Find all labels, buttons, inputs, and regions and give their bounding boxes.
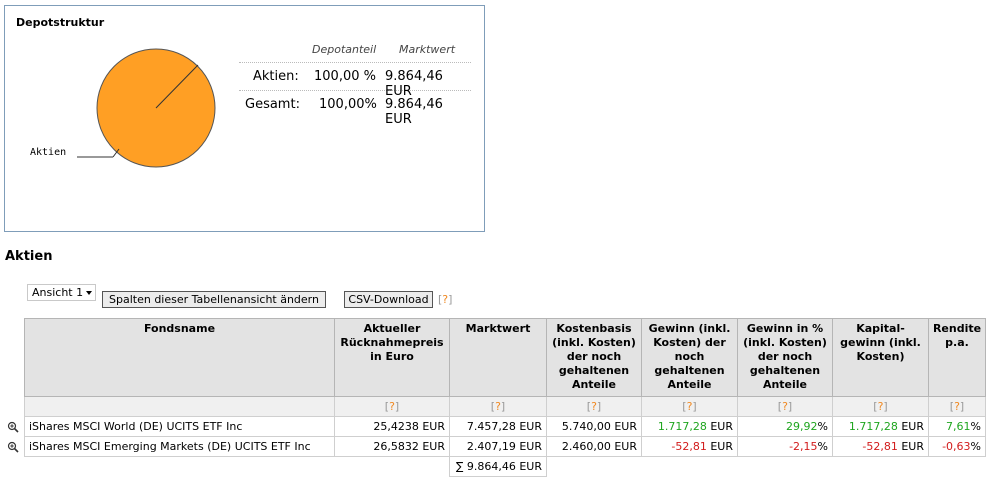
fund-table: Fondsname Aktueller Rücknahmepreis in Eu…: [24, 318, 986, 477]
help-link[interactable]: [?]: [334, 396, 450, 417]
capgain-value: 1.717,28: [848, 420, 898, 433]
fund-name[interactable]: iShares MSCI Emerging Markets (DE) UCITS…: [24, 436, 335, 457]
market-cell: 2.407,19 EUR: [449, 436, 547, 457]
yield-cell: -0,63%: [928, 436, 986, 457]
yield-unit: %: [970, 420, 981, 433]
section-title: Aktien: [5, 249, 53, 264]
cost-cell: 5.740,00 EUR: [546, 416, 642, 437]
zoom-icon[interactable]: [7, 441, 19, 453]
table-row[interactable]: iShares MSCI Emerging Markets (DE) UCITS…: [24, 436, 986, 457]
gain-pct-cell: -2,15%: [737, 436, 833, 457]
col-header-price[interactable]: Aktueller Rücknahmepreis in Euro: [334, 318, 450, 397]
col-header-gain[interactable]: Gewinn (inkl. Kosten) der noch gehaltene…: [641, 318, 738, 397]
gain-pct-value: 29,92: [786, 420, 818, 433]
view-select-value: Ansicht 1: [32, 286, 84, 299]
summary-value: 9.864,46 EUR: [385, 97, 443, 127]
summary-row-aktien: Aktien: 100,00 % 9.864,46 EUR: [239, 63, 471, 99]
price-cell: 26,5832 EUR: [334, 436, 450, 457]
summary-share: 100,00%: [319, 97, 377, 112]
capgain-value: -52,81: [862, 440, 898, 453]
gain-value: -52,81: [671, 440, 707, 453]
yield-value: -0,63: [942, 440, 971, 453]
view-select[interactable]: Ansicht 1: [27, 284, 96, 301]
zoom-icon[interactable]: [7, 421, 19, 433]
market-total: ∑ 9.864,46 EUR: [449, 456, 547, 477]
col-header-fondsname[interactable]: Fondsname: [24, 318, 335, 397]
summary-row-gesamt: Gesamt: 100,00% 9.864,46 EUR: [239, 91, 471, 127]
summary-head-share: Depotanteil: [312, 43, 377, 56]
fund-name[interactable]: iShares MSCI World (DE) UCITS ETF Inc: [24, 416, 335, 437]
gain-pct-cell: 29,92%: [737, 416, 833, 437]
yield-value: 7,61: [946, 420, 971, 433]
summary-label: Gesamt:: [245, 97, 300, 112]
gain-cell: -52,81 EUR: [641, 436, 738, 457]
chevron-down-icon: [86, 291, 92, 295]
capgain-cell: -52,81 EUR: [832, 436, 929, 457]
help-row: [?] [?] [?] [?] [?] [?] [?]: [24, 396, 986, 417]
capgain-cell: 1.717,28 EUR: [832, 416, 929, 437]
csv-help-link[interactable]: [?]: [438, 293, 452, 306]
col-header-yield[interactable]: Rendite p.a.: [928, 318, 986, 397]
gain-unit: EUR: [706, 420, 733, 433]
summary-head-value: Marktwert: [399, 43, 456, 56]
col-header-gain-pct[interactable]: Gewinn in % (inkl. Kosten) der noch geha…: [737, 318, 833, 397]
table-row[interactable]: iShares MSCI World (DE) UCITS ETF Inc 25…: [24, 416, 986, 437]
pct-unit: %: [817, 440, 828, 453]
gain-pct-value: -2,15: [789, 440, 818, 453]
gain-unit: EUR: [706, 440, 733, 453]
cost-cell: 2.460,00 EUR: [546, 436, 642, 457]
help-link[interactable]: [?]: [546, 396, 642, 417]
gain-value: 1.717,28: [657, 420, 707, 433]
change-columns-button[interactable]: Spalten dieser Tabellenansicht ändern: [102, 291, 326, 308]
depot-summary: Depotanteil Marktwert Aktien: 100,00 % 9…: [239, 40, 471, 127]
gain-cell: 1.717,28 EUR: [641, 416, 738, 437]
help-link[interactable]: [?]: [737, 396, 833, 417]
yield-unit: %: [970, 440, 981, 453]
help-link[interactable]: [?]: [449, 396, 547, 417]
total-row: ∑ 9.864,46 EUR: [25, 456, 986, 477]
table-header-row: Fondsname Aktueller Rücknahmepreis in Eu…: [24, 318, 986, 397]
summary-share: 100,00 %: [314, 69, 376, 84]
pie-label-aktien: Aktien: [30, 147, 67, 158]
help-link[interactable]: [?]: [928, 396, 986, 417]
capgain-unit: EUR: [897, 420, 924, 433]
depotstruktur-panel: Depotstruktur Aktien Depotanteil Marktwe…: [4, 5, 485, 232]
market-cell: 7.457,28 EUR: [449, 416, 547, 437]
col-header-capgain[interactable]: Kapital-gewinn (inkl. Kosten): [832, 318, 929, 397]
capgain-unit: EUR: [897, 440, 924, 453]
summary-header: Depotanteil Marktwert: [239, 40, 471, 63]
help-link[interactable]: [?]: [641, 396, 738, 417]
summary-label: Aktien:: [253, 69, 299, 84]
price-cell: 25,4238 EUR: [334, 416, 450, 437]
csv-download-button[interactable]: CSV-Download: [344, 291, 433, 308]
yield-cell: 7,61%: [928, 416, 986, 437]
col-header-cost[interactable]: Kostenbasis (inkl. Kosten) der noch geha…: [546, 318, 642, 397]
help-link[interactable]: [?]: [832, 396, 929, 417]
help-cell: [24, 396, 335, 417]
col-header-market[interactable]: Marktwert: [449, 318, 547, 397]
pct-unit: %: [817, 420, 828, 433]
